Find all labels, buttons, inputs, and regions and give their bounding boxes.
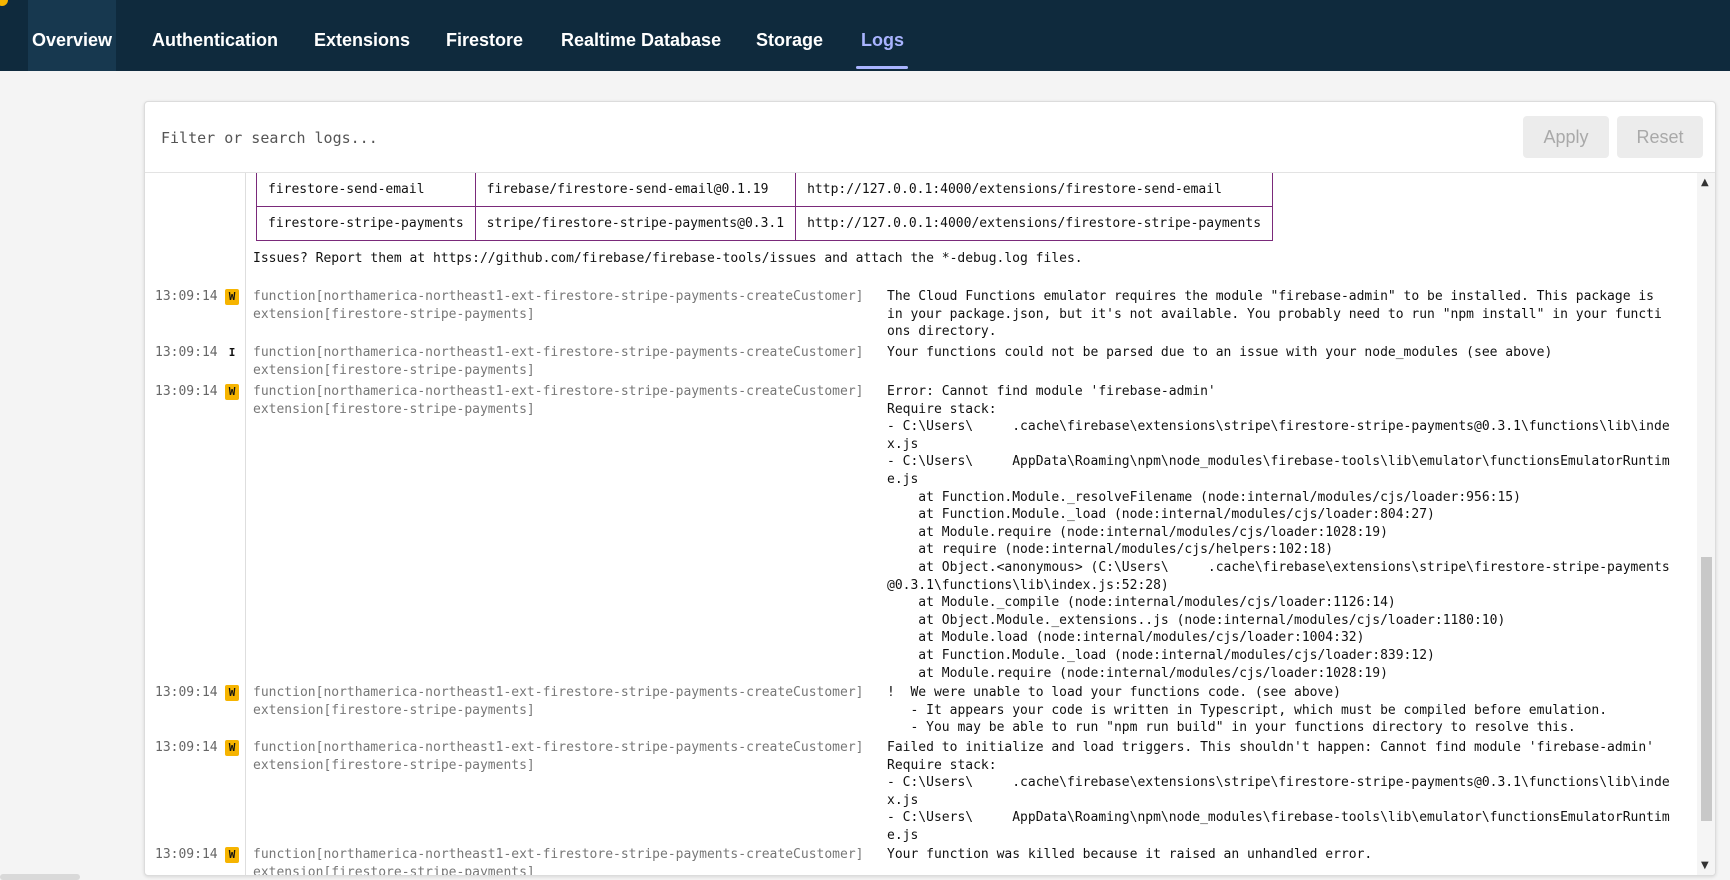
log-message: The Cloud Functions emulator requires th… [887, 289, 1662, 340]
extension-ref-cell: firebase/firestore-send-email@0.1.19 [474, 173, 797, 207]
warning-level-icon: W [225, 847, 239, 863]
log-source: function[northamerica-northeast1-ext-fir… [253, 740, 864, 773]
warning-level-icon: W [225, 384, 239, 400]
tab-overview[interactable]: Overview [28, 0, 116, 71]
apply-button[interactable]: Apply [1523, 116, 1609, 158]
log-timestamp: 13:09:14 [155, 345, 218, 360]
log-output: firestore-send-email firebase/firestore-… [145, 173, 1715, 875]
timestamp-gutter-divider [245, 173, 246, 875]
log-message: Failed to initialize and load triggers. … [887, 740, 1670, 843]
log-timestamp: 13:09:14 [155, 740, 218, 755]
vertical-scrollbar[interactable]: ▲ ▼ [1697, 173, 1715, 875]
log-source: function[northamerica-northeast1-ext-fir… [253, 847, 864, 875]
scroll-down-arrow-icon[interactable]: ▼ [1701, 860, 1709, 871]
log-source: function[northamerica-northeast1-ext-fir… [253, 289, 864, 322]
active-tab-indicator [856, 66, 908, 69]
extension-id-cell: firestore-stripe-payments [256, 206, 476, 241]
reset-button[interactable]: Reset [1617, 116, 1703, 158]
log-message: Error: Cannot find module 'firebase-admi… [887, 384, 1670, 681]
extension-url-cell[interactable]: http://127.0.0.1:4000/extensions/firesto… [795, 206, 1274, 241]
info-level-icon: I [228, 346, 236, 359]
log-search-input[interactable] [159, 116, 1463, 160]
log-timestamp: 13:09:14 [155, 685, 218, 700]
extension-id-cell: firestore-send-email [256, 173, 476, 207]
warning-level-icon: W [225, 685, 239, 701]
table-row: firestore-send-email firebase/firestore-… [256, 173, 1274, 207]
tab-logs[interactable]: Logs [861, 0, 904, 71]
log-message: ! We were unable to load your functions … [887, 685, 1608, 736]
log-source: function[northamerica-northeast1-ext-fir… [253, 685, 864, 718]
top-navigation: Overview Authentication Extensions Fires… [0, 0, 1730, 71]
log-timestamp: 13:09:14 [155, 847, 218, 862]
table-row: firestore-stripe-payments stripe/firesto… [256, 206, 1274, 241]
tab-realtime-database[interactable]: Realtime Database [561, 0, 721, 71]
log-message: Your functions could not be parsed due t… [887, 345, 1553, 360]
log-timestamp: 13:09:14 [155, 384, 218, 399]
warning-level-icon: W [225, 740, 239, 756]
tab-storage[interactable]: Storage [756, 0, 823, 71]
issues-notice: Issues? Report them at https://github.co… [253, 251, 1083, 266]
extension-url-cell[interactable]: http://127.0.0.1:4000/extensions/firesto… [795, 173, 1274, 207]
log-message: Your function was killed because it rais… [887, 847, 1373, 862]
tab-authentication[interactable]: Authentication [152, 0, 278, 71]
horizontal-scrollbar[interactable] [0, 874, 80, 880]
scrollbar-thumb[interactable] [1701, 557, 1712, 821]
logo-icon [0, 0, 8, 6]
tab-extensions[interactable]: Extensions [314, 0, 410, 71]
log-source: function[northamerica-northeast1-ext-fir… [253, 384, 864, 417]
warning-level-icon: W [225, 289, 239, 305]
tab-firestore[interactable]: Firestore [446, 0, 523, 71]
extensions-table: firestore-send-email firebase/firestore-… [256, 173, 1274, 241]
log-timestamp: 13:09:14 [155, 289, 218, 304]
scroll-up-arrow-icon[interactable]: ▲ [1701, 177, 1709, 188]
extension-ref-cell: stripe/firestore-stripe-payments@0.3.1 [474, 206, 797, 241]
log-filter-bar: Apply Reset [145, 102, 1715, 173]
log-source: function[northamerica-northeast1-ext-fir… [253, 345, 864, 378]
logs-card: Apply Reset firestore-send-email firebas… [144, 101, 1716, 876]
